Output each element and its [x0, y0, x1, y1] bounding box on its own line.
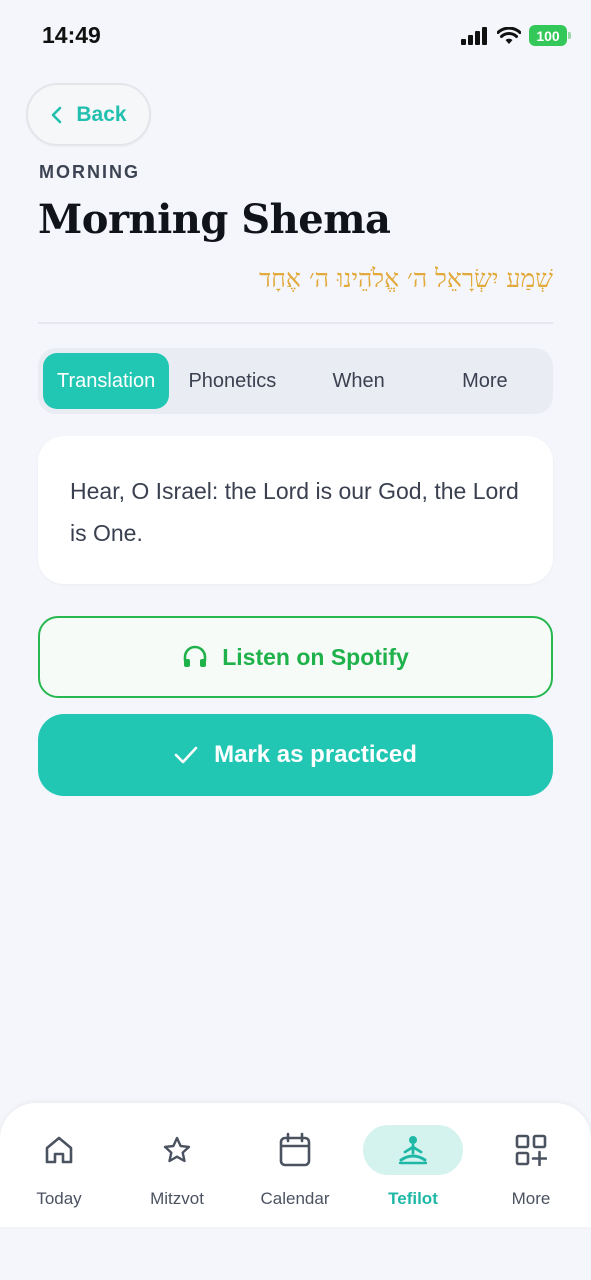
nav-item-calendar[interactable]: Calendar — [240, 1125, 350, 1209]
prayer-icon — [398, 1136, 428, 1165]
tab-more[interactable]: More — [422, 353, 548, 409]
home-icon — [45, 1136, 73, 1164]
mark-practiced-button[interactable]: Mark as practiced — [38, 714, 553, 796]
status-icons: 100 — [461, 25, 571, 46]
listen-spotify-button[interactable]: Listen on Spotify — [38, 616, 553, 698]
nav-icon-wrap — [9, 1125, 109, 1175]
nav-label-mitzvot: Mitzvot — [150, 1189, 204, 1208]
tab-translation[interactable]: Translation — [43, 353, 170, 409]
nav-icon-wrap — [245, 1125, 345, 1175]
tab-phonetics[interactable]: Phonetics — [169, 353, 295, 409]
calendar-icon — [279, 1132, 311, 1167]
nav-item-more[interactable]: More — [476, 1125, 586, 1209]
check-icon — [174, 746, 198, 764]
nav-label-today: Today — [36, 1189, 82, 1208]
grid-plus-icon — [515, 1134, 547, 1166]
tab-when[interactable]: When — [296, 353, 422, 409]
nav-icon-wrap — [481, 1125, 581, 1175]
signal-icon — [461, 26, 487, 45]
back-button[interactable]: Back — [26, 83, 151, 146]
bottom-nav: Today Mitzvot Calendar Tefilot More — [0, 1103, 591, 1227]
nav-label-calendar: Calendar — [260, 1189, 330, 1208]
hebrew-text: שְׁמַע יִשְׂרָאֵל ה׳ אֱלֹהֵינוּ ה׳ אֶחָד — [259, 264, 553, 293]
nav-item-tefilot[interactable]: Tefilot — [358, 1125, 468, 1209]
divider — [38, 322, 553, 324]
nav-item-mitzvot[interactable]: Mitzvot — [122, 1125, 232, 1209]
section-overline: MORNING — [39, 162, 140, 182]
back-label: Back — [76, 102, 127, 126]
wifi-icon — [497, 26, 521, 44]
status-time: 14:49 — [42, 22, 101, 48]
battery-indicator: 100 — [529, 25, 571, 46]
status-bar: 14:49 100 — [0, 0, 591, 72]
practice-label: Mark as practiced — [214, 741, 417, 768]
nav-item-today[interactable]: Today — [4, 1125, 114, 1209]
translation-text: Hear, O Israel: the Lord is our God, the… — [70, 478, 519, 546]
page-title: Morning Shema — [38, 196, 391, 243]
nav-label-tefilot: Tefilot — [388, 1189, 438, 1208]
translation-card: Hear, O Israel: the Lord is our God, the… — [38, 436, 553, 584]
tab-bar: Translation Phonetics When More — [38, 348, 553, 414]
nav-icon-wrap — [127, 1125, 227, 1175]
headphones-icon — [183, 645, 207, 667]
nav-icon-wrap — [363, 1125, 463, 1175]
nav-label-more: More — [511, 1189, 551, 1208]
spotify-label: Listen on Spotify — [222, 643, 409, 670]
star-icon — [163, 1136, 191, 1163]
chevron-left-icon — [52, 106, 62, 123]
